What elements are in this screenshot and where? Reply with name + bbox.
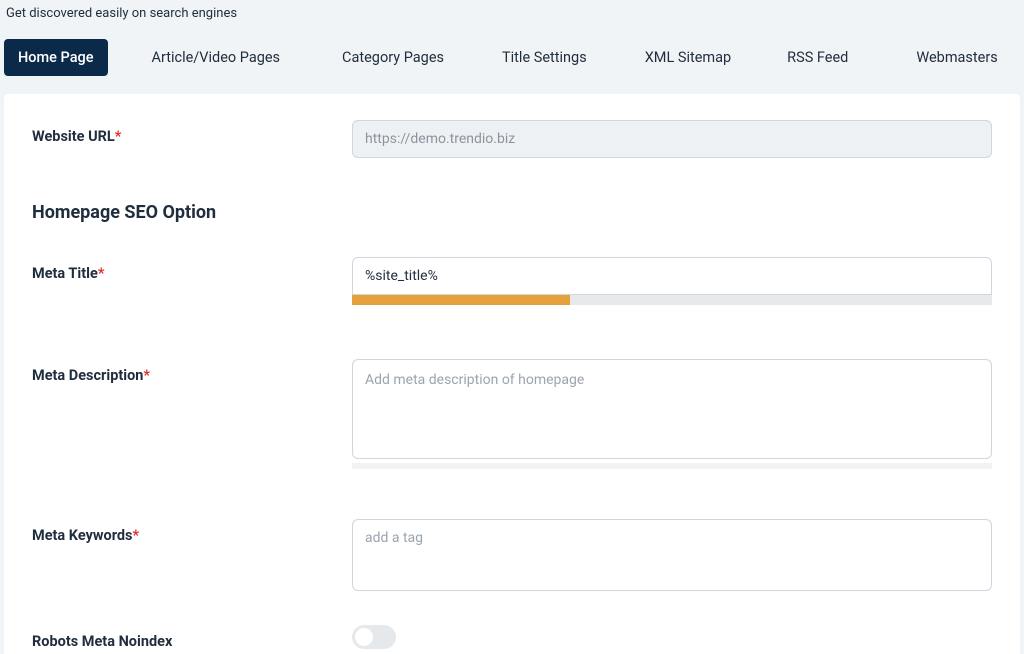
form-panel: Website URL* Homepage SEO Option Meta Ti… — [4, 94, 1020, 654]
meta-title-progress-fill — [352, 295, 570, 305]
label-robots-noindex: Robots Meta Noindex — [32, 625, 352, 650]
meta-description-input[interactable] — [352, 359, 992, 459]
toggle-knob — [355, 628, 373, 646]
tab-bar: Home Page Article/Video Pages Category P… — [0, 39, 1024, 94]
tab-article-video-pages[interactable]: Article/Video Pages — [138, 39, 295, 76]
tab-title-settings[interactable]: Title Settings — [488, 39, 601, 76]
page-subtitle: Get discovered easily on search engines — [0, 0, 1024, 39]
meta-keywords-input[interactable]: add a tag — [352, 519, 992, 591]
section-title-homepage-seo: Homepage SEO Option — [32, 202, 992, 223]
tab-home-page[interactable]: Home Page — [4, 39, 108, 76]
label-website-url: Website URL* — [32, 120, 352, 145]
tab-category-pages[interactable]: Category Pages — [328, 39, 458, 76]
label-meta-keywords: Meta Keywords* — [32, 519, 352, 544]
tab-webmasters[interactable]: Webmasters — [902, 39, 1011, 76]
tab-rss-feed[interactable]: RSS Feed — [773, 39, 862, 76]
meta-title-progress — [352, 295, 992, 305]
label-meta-title: Meta Title* — [32, 257, 352, 282]
website-url-input — [352, 120, 992, 158]
robots-noindex-toggle[interactable] — [352, 625, 396, 649]
meta-title-input[interactable] — [352, 257, 992, 295]
label-meta-description: Meta Description* — [32, 359, 352, 384]
meta-description-progress — [352, 463, 992, 469]
tab-xml-sitemap[interactable]: XML Sitemap — [631, 39, 745, 76]
